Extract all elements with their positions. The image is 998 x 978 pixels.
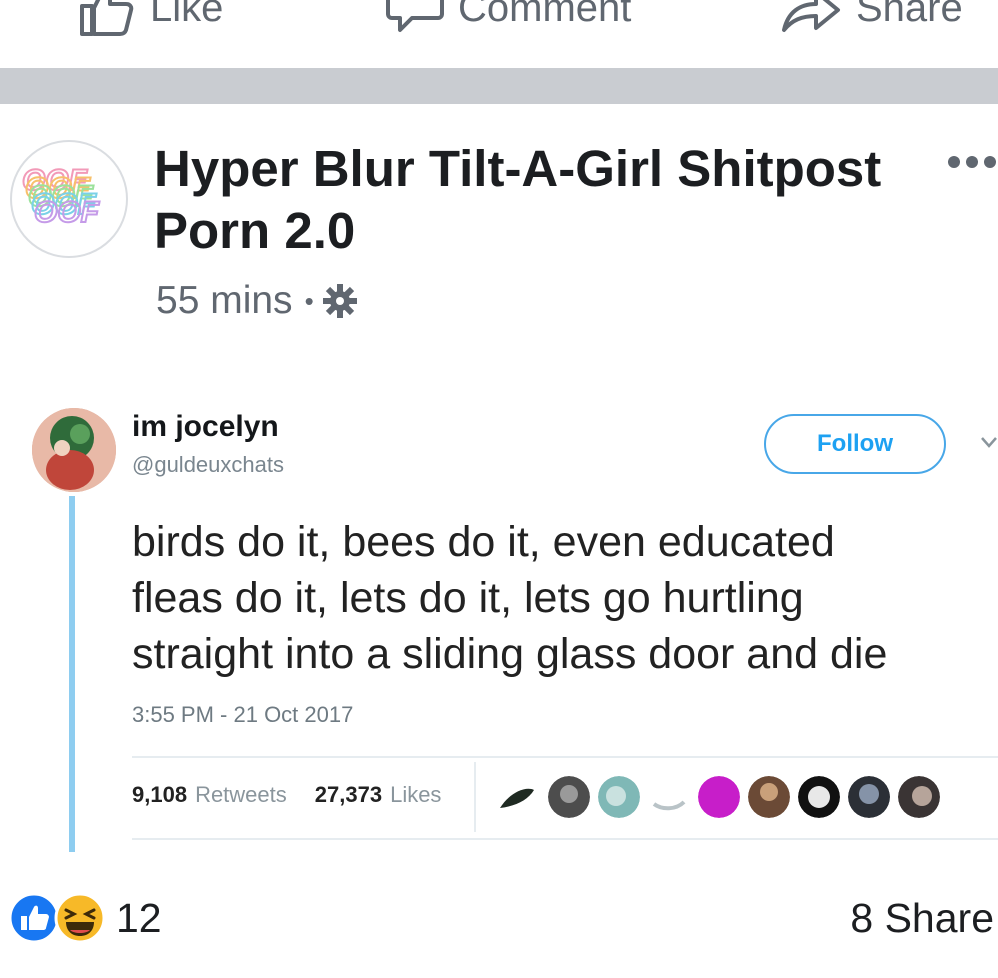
reactions-summary[interactable]: 12	[8, 892, 162, 944]
likes-count: 27,373	[314, 782, 383, 807]
share-count[interactable]: 8 Share	[850, 892, 994, 944]
more-dots-icon[interactable]	[946, 150, 998, 174]
post-meta: 55 mins •	[156, 276, 358, 326]
share-arrow-icon	[782, 0, 840, 32]
tweet-text-line: fleas do it, lets do it, lets go hurtlin…	[132, 574, 804, 622]
retweets-label: Retweets	[195, 782, 287, 807]
likes-label: Likes	[390, 782, 442, 807]
retweets-count: 9,108	[132, 782, 188, 807]
tweet-bottom-divider	[132, 838, 998, 840]
chevron-down-icon	[981, 437, 997, 448]
gear-icon[interactable]	[322, 283, 358, 319]
feed-separator	[0, 68, 998, 104]
tweet-avatar	[32, 408, 116, 492]
liker-avatar	[598, 776, 640, 818]
page-name[interactable]: Hyper Blur Tilt-A-Girl Shitpost Porn 2.0	[154, 138, 914, 262]
liker-avatar	[748, 776, 790, 818]
tweet-text-line: birds do it, bees do it, even educated	[132, 518, 835, 566]
oof-logo-text: OOF	[34, 196, 100, 229]
liker-avatar	[698, 776, 740, 818]
share-action[interactable]: Share	[780, 0, 963, 38]
thumbs-up-icon	[80, 0, 134, 36]
reaction-count: 12	[116, 894, 162, 941]
tweet-time: 3:55 PM - 21 Oct 2017	[132, 702, 354, 727]
tweet-stats: 9,108 Retweets 27,373 Likes	[132, 782, 441, 808]
meta-separator-dot: •	[304, 285, 314, 316]
liker-avatar	[548, 776, 590, 818]
comment-icon	[386, 0, 444, 32]
liker-avatar	[798, 776, 840, 818]
thread-line	[69, 496, 75, 852]
tweet-text-line: straight into a sliding glass door and d…	[132, 630, 888, 678]
tweet-display-name: im jocelyn	[132, 410, 279, 443]
haha-reaction-icon	[54, 892, 106, 944]
post-timestamp[interactable]: 55 mins	[156, 279, 293, 323]
share-label: Share	[856, 0, 963, 30]
like-label: Like	[150, 0, 224, 30]
tweet-handle: @guldeuxchats	[132, 452, 284, 477]
comment-label: Comment	[458, 0, 632, 30]
stats-divider	[474, 762, 476, 832]
liker-avatar	[848, 776, 890, 818]
tweet-divider	[132, 756, 998, 758]
liker-avatar	[648, 776, 690, 818]
like-reaction-icon	[8, 892, 60, 944]
liker-avatar	[496, 776, 538, 818]
oof-logo: OOF OOF OOF OOF OOF	[21, 163, 101, 230]
tweet-text: birds do it, bees do it, even educated f…	[132, 514, 998, 682]
page-avatar[interactable]: OOF OOF OOF OOF OOF	[10, 140, 128, 258]
comment-action[interactable]: Comment	[386, 0, 631, 38]
liker-avatar	[898, 776, 940, 818]
follow-button: Follow	[764, 414, 946, 474]
like-action[interactable]: Like	[76, 0, 223, 38]
